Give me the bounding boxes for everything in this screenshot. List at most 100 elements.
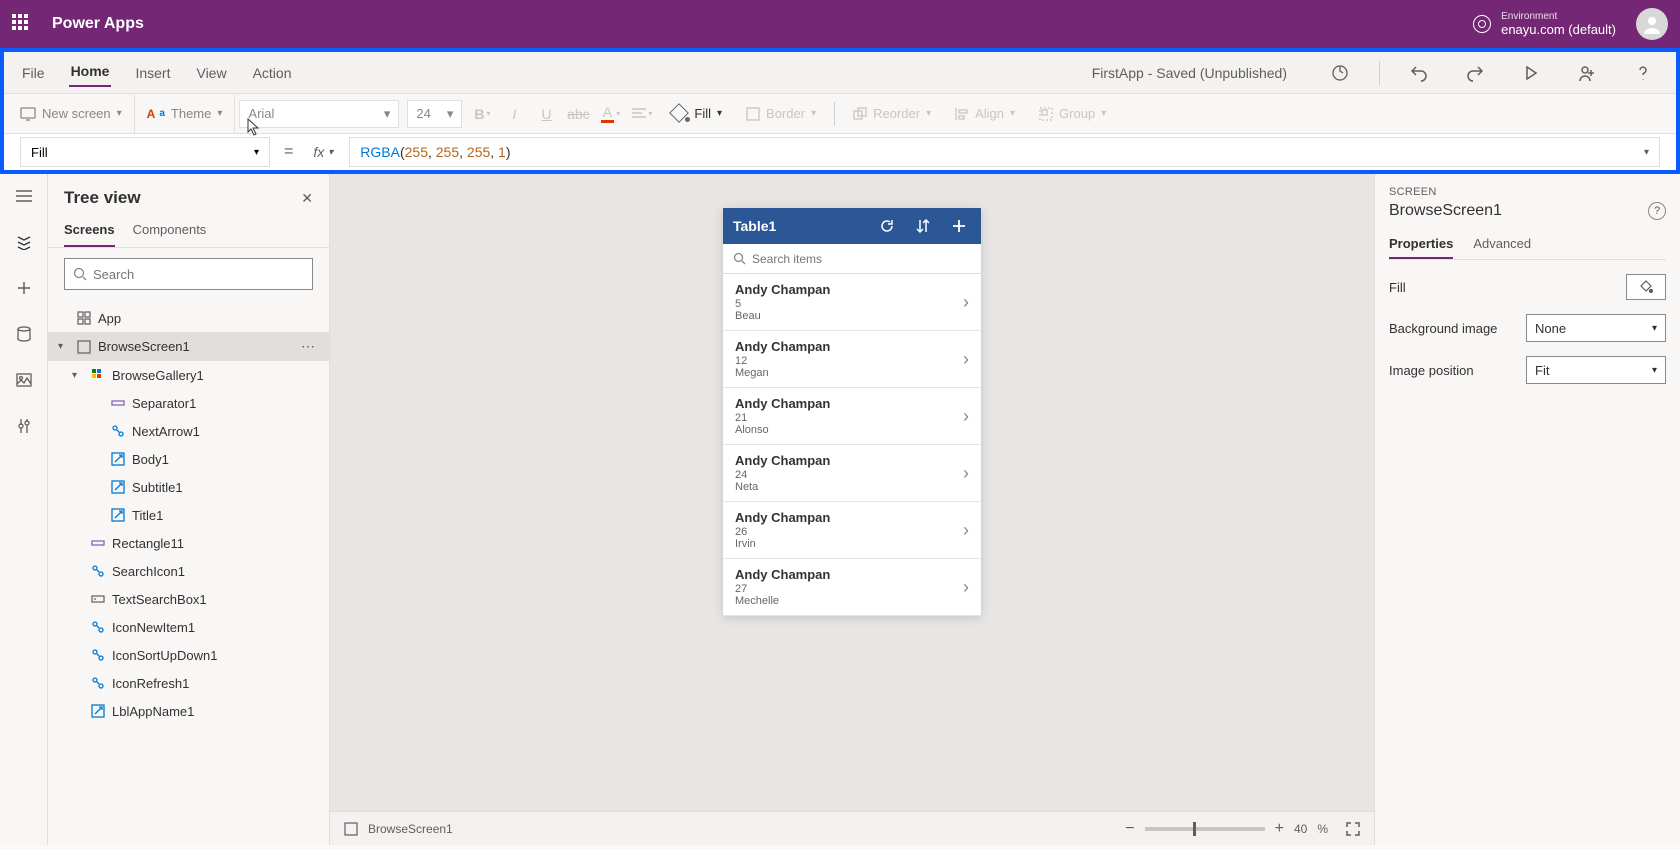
hamburger-icon[interactable] (12, 184, 36, 208)
font-size-select[interactable]: 24▾ (407, 100, 462, 128)
bold-icon[interactable]: B▾ (466, 98, 498, 130)
redo-icon[interactable] (1458, 56, 1492, 90)
tree-item[interactable]: TextSearchBox1 (48, 585, 329, 613)
environment-name: enayu.com (default) (1501, 22, 1616, 37)
phone-search[interactable] (723, 244, 981, 274)
reorder-button[interactable]: Reorder▾ (841, 95, 943, 133)
text-align-icon[interactable]: ▾ (626, 98, 658, 130)
user-avatar[interactable] (1636, 8, 1668, 40)
zoom-pct: % (1317, 822, 1328, 836)
close-icon[interactable]: ✕ (301, 190, 313, 207)
tree-item[interactable]: Separator1 (48, 389, 329, 417)
tree-item[interactable]: LblAppName1 (48, 697, 329, 725)
scope-label: SCREEN (1389, 186, 1666, 198)
border-button[interactable]: Border▾ (734, 95, 828, 133)
tab-advanced[interactable]: Advanced (1473, 230, 1531, 259)
app-checker-icon[interactable] (1323, 56, 1357, 90)
tree-title: Tree view (64, 188, 141, 208)
tab-properties[interactable]: Properties (1389, 230, 1453, 259)
refresh-icon[interactable] (875, 214, 899, 238)
new-screen-button[interactable]: New screen▾ (20, 95, 135, 133)
tree-item[interactable]: NextArrow1 (48, 417, 329, 445)
tree-gallery[interactable]: ▾BrowseGallery1 (48, 361, 329, 389)
menu-file[interactable]: File (20, 61, 47, 85)
help-icon[interactable]: ? (1648, 202, 1666, 220)
chevron-right-icon: › (963, 577, 969, 598)
list-item[interactable]: Andy Champan27Mechelle› (723, 559, 981, 616)
insert-icon[interactable] (12, 276, 36, 300)
tab-screens[interactable]: Screens (64, 214, 115, 247)
tree-screen[interactable]: ▾BrowseScreen1⋯ (48, 332, 329, 361)
bg-image-select[interactable]: None▾ (1526, 314, 1666, 342)
italic-icon[interactable]: I (498, 98, 530, 130)
chevron-right-icon: › (963, 463, 969, 484)
more-icon[interactable]: ⋯ (301, 338, 319, 355)
canvas-footer: BrowseScreen1 − + 40 % (330, 811, 1374, 845)
menu-bar: File Home Insert View Action FirstApp - … (4, 52, 1676, 94)
align-button[interactable]: Align▾ (943, 95, 1027, 133)
image-position-select[interactable]: Fit▾ (1526, 356, 1666, 384)
menu-view[interactable]: View (194, 61, 228, 85)
zoom-in-icon[interactable]: + (1275, 820, 1284, 838)
tree-item[interactable]: IconRefresh1 (48, 669, 329, 697)
app-header: Power Apps Environment enayu.com (defaul… (0, 0, 1680, 48)
toolbar: New screen▾ Aa Theme▾ Arial▾ 24▾ B▾ I U … (4, 94, 1676, 134)
tree-item[interactable]: Title1 (48, 501, 329, 529)
fill-color-picker[interactable] (1626, 274, 1666, 300)
tree-item[interactable]: Rectangle11 (48, 529, 329, 557)
list-item[interactable]: Andy Champan21Alonso› (723, 388, 981, 445)
tree-item[interactable]: IconSortUpDown1 (48, 641, 329, 669)
fill-button[interactable]: Fill▾ (658, 95, 734, 133)
add-icon[interactable] (947, 214, 971, 238)
prop-fill-label: Fill (1389, 280, 1406, 295)
tree-item[interactable]: Body1 (48, 445, 329, 473)
environment-label: Environment (1501, 11, 1616, 22)
zoom-out-icon[interactable]: − (1125, 820, 1134, 838)
phone-title: Table1 (733, 218, 863, 234)
font-select[interactable]: Arial▾ (239, 100, 399, 128)
tree-search-input[interactable] (93, 267, 304, 282)
tab-components[interactable]: Components (133, 214, 207, 247)
formula-bar: Fill▾ = fx▾ RGBA(255, 255, 255, 1) ▾ (4, 134, 1676, 170)
canvas[interactable]: Table1 Andy Champan5Beau›Andy Champan12M… (330, 174, 1374, 845)
tree-item[interactable]: IconNewItem1 (48, 613, 329, 641)
footer-screen-name: BrowseScreen1 (368, 822, 453, 836)
menu-insert[interactable]: Insert (133, 61, 172, 85)
sort-icon[interactable] (911, 214, 935, 238)
tree-panel: Tree view ✕ Screens Components App ▾Brow… (48, 174, 330, 845)
theme-button[interactable]: Aa Theme▾ (135, 95, 236, 133)
waffle-icon[interactable] (12, 14, 32, 34)
undo-icon[interactable] (1402, 56, 1436, 90)
media-icon[interactable] (12, 368, 36, 392)
fx-button[interactable]: fx▾ (307, 144, 339, 160)
fullscreen-icon[interactable] (1346, 822, 1360, 836)
list-item[interactable]: Andy Champan12Megan› (723, 331, 981, 388)
tree-view-icon[interactable] (12, 230, 36, 254)
tree-app[interactable]: App (48, 304, 329, 332)
environment-icon (1473, 15, 1491, 33)
menu-action[interactable]: Action (251, 61, 294, 85)
zoom-slider[interactable] (1145, 827, 1265, 831)
list-item[interactable]: Andy Champan26Irvin› (723, 502, 981, 559)
data-icon[interactable] (12, 322, 36, 346)
help-icon[interactable] (1626, 56, 1660, 90)
play-icon[interactable] (1514, 56, 1548, 90)
list-item[interactable]: Andy Champan24Neta› (723, 445, 981, 502)
strike-icon[interactable]: abc (562, 98, 594, 130)
prop-pos-label: Image position (1389, 363, 1474, 378)
tree-item[interactable]: SearchIcon1 (48, 557, 329, 585)
formula-input[interactable]: RGBA(255, 255, 255, 1) ▾ (349, 137, 1660, 167)
main-area: Tree view ✕ Screens Components App ▾Brow… (0, 174, 1680, 845)
share-icon[interactable] (1570, 56, 1604, 90)
tools-icon[interactable] (12, 414, 36, 438)
phone-search-input[interactable] (752, 252, 971, 266)
environment-picker[interactable]: Environment enayu.com (default) (1473, 11, 1616, 37)
font-color-icon[interactable]: A▾ (594, 98, 626, 130)
underline-icon[interactable]: U (530, 98, 562, 130)
group-button[interactable]: Group▾ (1027, 95, 1118, 133)
property-select[interactable]: Fill▾ (20, 137, 270, 167)
tree-item[interactable]: Subtitle1 (48, 473, 329, 501)
tree-search[interactable] (64, 258, 313, 290)
list-item[interactable]: Andy Champan5Beau› (723, 274, 981, 331)
menu-home[interactable]: Home (69, 59, 112, 87)
